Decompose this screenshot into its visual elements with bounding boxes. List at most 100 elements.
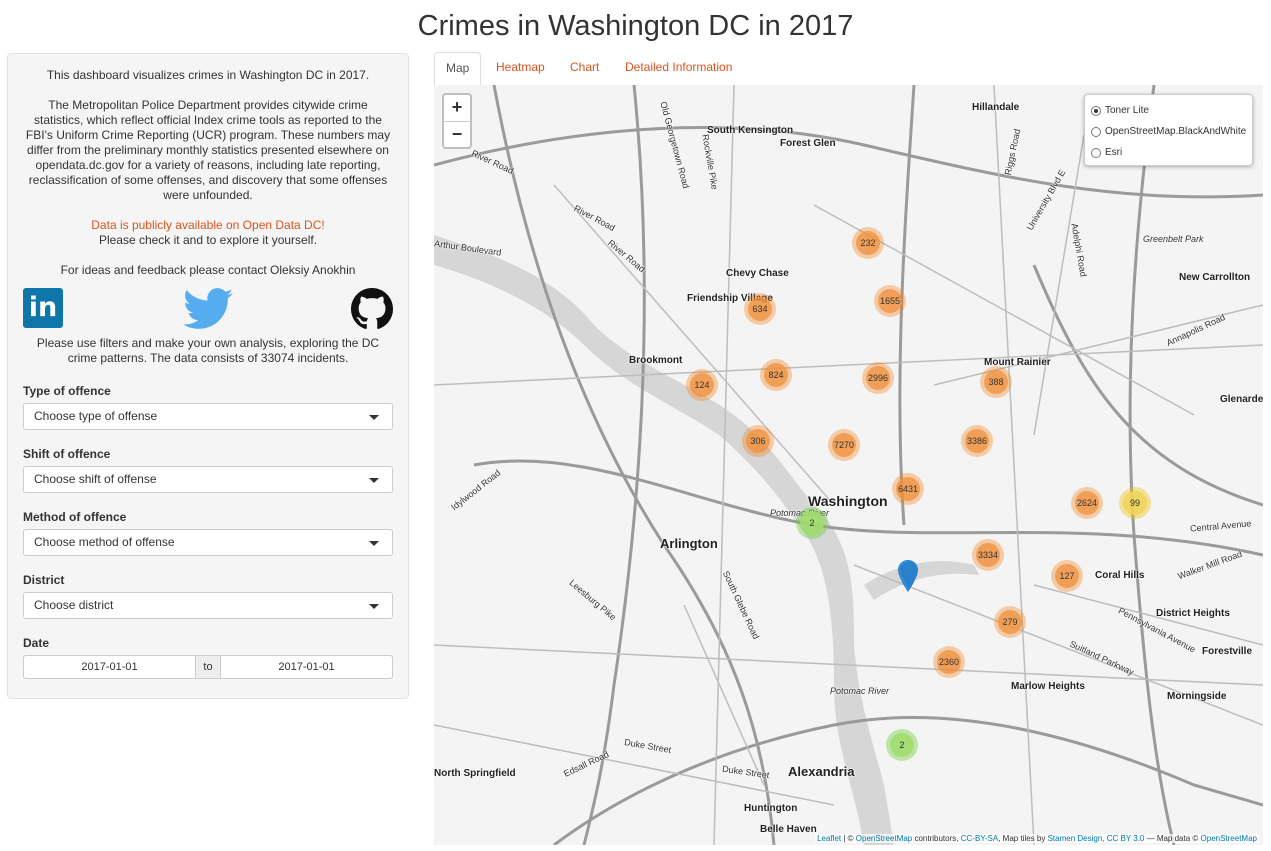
place-label: Forestville	[1202, 646, 1253, 657]
cluster-count: 99	[1123, 491, 1147, 515]
social-links: in	[23, 288, 393, 330]
cluster-marker[interactable]: 3334	[972, 539, 1004, 571]
cluster-marker[interactable]: 2360	[933, 646, 965, 678]
tab-chart[interactable]: Chart	[559, 52, 610, 85]
cluster-count: 2	[890, 733, 914, 757]
cluster-marker[interactable]: 279	[994, 606, 1026, 638]
road-label: Potomac River	[830, 686, 890, 696]
data-note: Please check it and to explore it yourse…	[98, 233, 318, 247]
date-range: 2017-01-01 to 2017-01-01	[23, 655, 393, 679]
method-filter: Method of offence Choose method of offen…	[23, 510, 393, 556]
place-label: Glenarden	[1220, 394, 1263, 405]
tab-detailed-information[interactable]: Detailed Information	[614, 52, 743, 85]
place-label: Forest Glen	[780, 138, 836, 149]
layer-option-osm-bw[interactable]: OpenStreetMap.BlackAndWhite	[1091, 121, 1252, 142]
shift-select[interactable]: Choose shift of offense	[23, 466, 393, 493]
district-select[interactable]: Choose district	[23, 592, 393, 619]
cluster-marker[interactable]: 232	[852, 227, 884, 259]
cluster-marker[interactable]: 2996	[862, 362, 894, 394]
usage-text: Please use filters and make your own ana…	[36, 336, 380, 365]
chevron-down-icon	[369, 604, 379, 609]
cluster-marker[interactable]: 634	[744, 293, 776, 325]
cluster-count: 124	[690, 373, 714, 397]
chevron-down-icon	[369, 415, 379, 420]
leaflet-link[interactable]: Leaflet	[817, 834, 841, 843]
place-label: North Springfield	[434, 768, 516, 779]
cluster-count: 388	[984, 370, 1008, 394]
method-select[interactable]: Choose method of offense	[23, 529, 393, 556]
linkedin-icon[interactable]: in	[23, 288, 63, 328]
date-end-input[interactable]: 2017-01-01	[221, 656, 392, 678]
place-label: New Carrollton	[1179, 272, 1251, 283]
radio-icon[interactable]	[1091, 126, 1101, 137]
cluster-marker[interactable]: 2624	[1071, 487, 1103, 519]
cluster-marker[interactable]: 306	[742, 425, 774, 457]
district-filter: District Choose district	[23, 573, 393, 619]
cluster-marker[interactable]: 2	[796, 507, 828, 539]
district-filter-label: District	[23, 573, 65, 587]
date-filter: Date 2017-01-01 to 2017-01-01	[23, 636, 393, 679]
cluster-count: 7270	[832, 433, 856, 457]
cluster-marker[interactable]: 824	[760, 359, 792, 391]
type-select[interactable]: Choose type of offense	[23, 403, 393, 430]
tab-map[interactable]: Map	[434, 52, 482, 86]
attribution-text: — Map data ©	[1144, 834, 1201, 843]
type-filter: Type of offence Choose type of offense	[23, 384, 393, 430]
cluster-marker[interactable]: 124	[686, 369, 718, 401]
shift-filter: Shift of offence Choose shift of offense	[23, 447, 393, 493]
date-filter-label: Date	[23, 636, 50, 650]
cluster-count: 2360	[937, 650, 961, 674]
attribution-text: , Map tiles by	[998, 834, 1048, 843]
date-separator: to	[195, 656, 221, 678]
layer-option-esri[interactable]: Esri	[1091, 142, 1252, 163]
layer-label: Esri	[1105, 147, 1123, 158]
open-data-link[interactable]: Data is publicly available on Open Data …	[91, 218, 324, 232]
date-start-input[interactable]: 2017-01-01	[24, 656, 195, 678]
cluster-marker[interactable]: 7270	[828, 429, 860, 461]
stamen-link[interactable]: Stamen Design, CC BY 3.0	[1048, 834, 1145, 843]
place-label: District Heights	[1156, 608, 1230, 619]
intro-text: This dashboard visualizes crimes in Wash…	[46, 68, 370, 82]
cluster-marker[interactable]: 127	[1051, 560, 1083, 592]
place-label: South Kensington	[707, 125, 794, 136]
cluster-marker[interactable]: 388	[980, 366, 1012, 398]
zoom-control: + −	[442, 93, 472, 149]
chevron-down-icon	[369, 541, 379, 546]
cluster-count: 634	[748, 297, 772, 321]
cluster-count: 824	[764, 363, 788, 387]
zoom-out-button[interactable]: −	[444, 122, 470, 148]
layer-label: Toner Lite	[1105, 105, 1149, 116]
shift-filter-label: Shift of offence	[23, 447, 111, 461]
cluster-marker[interactable]: 1655	[874, 285, 906, 317]
radio-icon[interactable]	[1091, 147, 1101, 158]
twitter-icon[interactable]	[183, 288, 233, 330]
cluster-count: 6431	[896, 477, 920, 501]
map-view[interactable]: River Road Old Georgetown Road Rockville…	[434, 85, 1263, 845]
osm-link[interactable]: OpenStreetMap	[856, 834, 912, 843]
place-label: Alexandria	[788, 764, 855, 779]
map-attribution: Leaflet | © OpenStreetMap contributors, …	[815, 834, 1259, 843]
layer-option-toner-lite[interactable]: Toner Lite	[1091, 100, 1252, 121]
tab-heatmap[interactable]: Heatmap	[485, 52, 556, 85]
zoom-in-button[interactable]: +	[444, 95, 470, 122]
ccbysa-link[interactable]: CC-BY-SA	[961, 834, 999, 843]
description-text: The Metropolitan Police Department provi…	[25, 98, 391, 202]
shift-select-placeholder: Choose shift of offense	[34, 472, 157, 486]
github-icon[interactable]	[351, 288, 393, 330]
place-label: Arlington	[660, 536, 718, 551]
cluster-marker[interactable]: 2	[886, 729, 918, 761]
cluster-count: 2624	[1075, 491, 1099, 515]
osm-link[interactable]: OpenStreetMap	[1201, 834, 1257, 843]
radio-selected-icon[interactable]	[1091, 105, 1101, 116]
cluster-marker[interactable]: 6431	[892, 473, 924, 505]
map-pin-icon[interactable]	[898, 560, 918, 592]
chevron-down-icon	[369, 478, 379, 483]
district-select-placeholder: Choose district	[34, 598, 114, 612]
cluster-marker[interactable]: 3386	[961, 425, 993, 457]
cluster-count: 279	[998, 610, 1022, 634]
sidebar-panel: This dashboard visualizes crimes in Wash…	[7, 53, 409, 699]
place-label: Morningside	[1167, 691, 1227, 702]
place-label: Belle Haven	[760, 824, 817, 835]
method-select-placeholder: Choose method of offense	[34, 535, 175, 549]
cluster-marker[interactable]: 99	[1119, 487, 1151, 519]
